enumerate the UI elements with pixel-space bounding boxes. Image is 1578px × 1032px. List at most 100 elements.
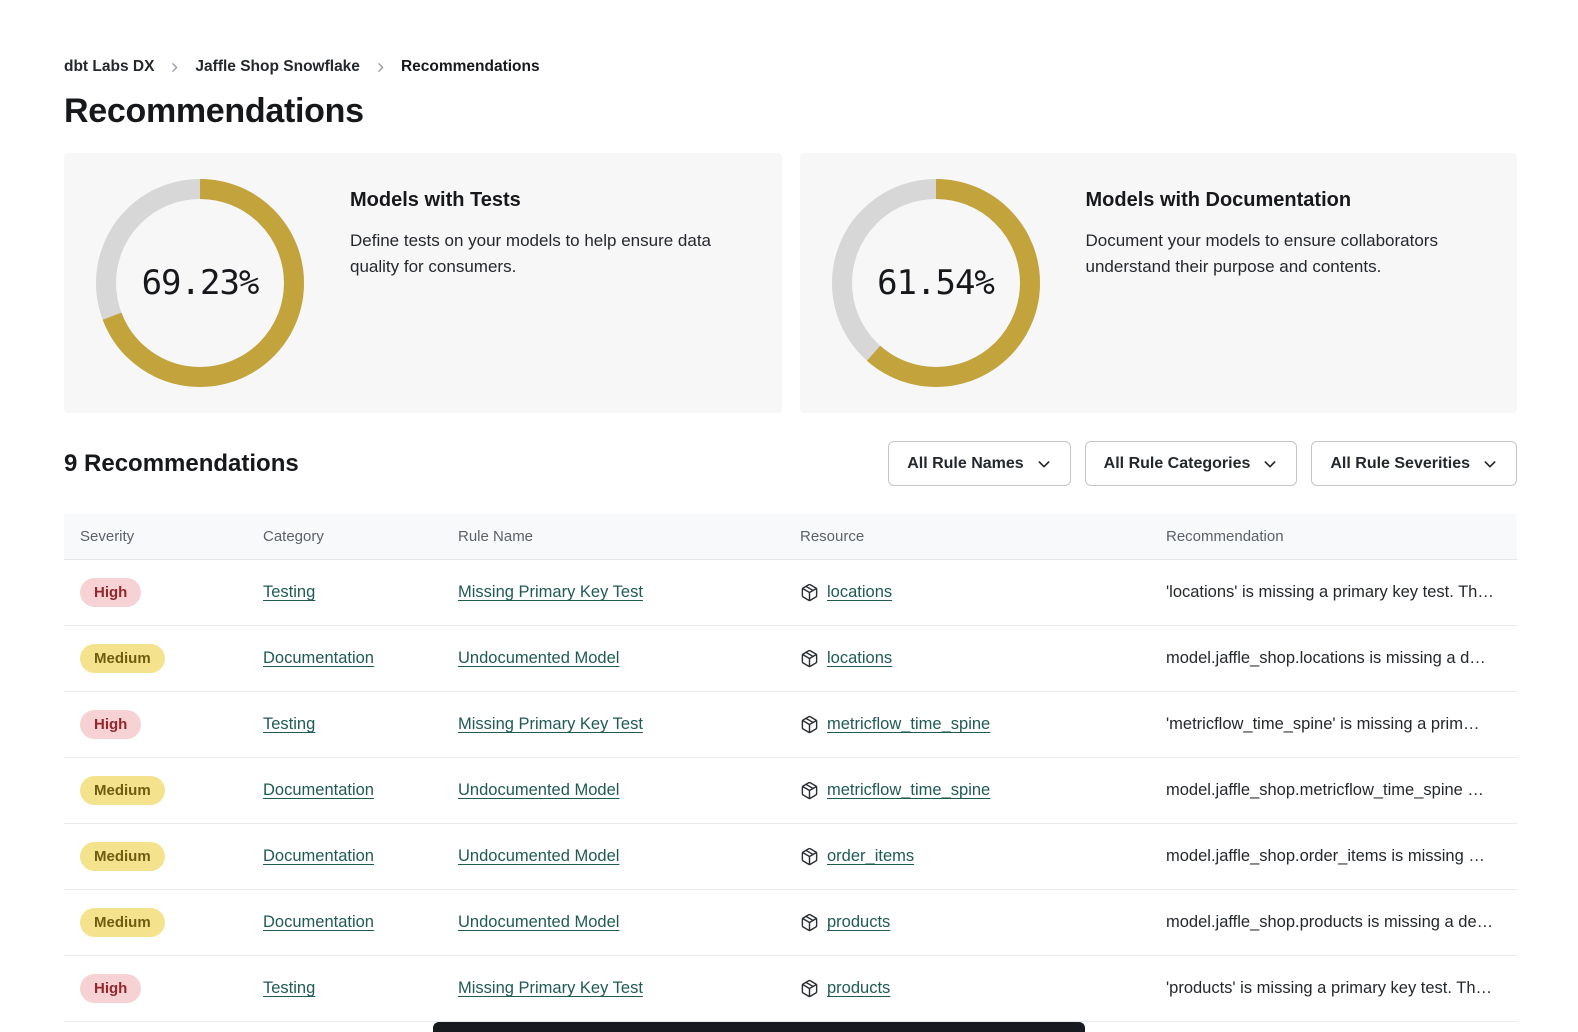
recommendation-cell: 'products' is missing a primary key test… xyxy=(1150,979,1517,998)
recommendations-table: Severity Category Rule Name Resource Rec… xyxy=(64,514,1517,1022)
recommendation-text: 'locations' is missing a primary key tes… xyxy=(1166,583,1494,601)
rule-name-cell: Missing Primary Key Test xyxy=(442,979,784,998)
rule-name-link[interactable]: Missing Primary Key Test xyxy=(458,583,643,601)
category-link[interactable]: Documentation xyxy=(263,847,374,865)
severity-badge: High xyxy=(80,710,141,739)
recommendation-text: model.jaffle_shop.order_items is missing… xyxy=(1166,847,1485,865)
resource-link[interactable]: metricflow_time_spine xyxy=(827,715,990,734)
filter-label: All Rule Names xyxy=(907,455,1023,473)
rule-name-link[interactable]: Missing Primary Key Test xyxy=(458,715,643,733)
rule-name-link[interactable]: Undocumented Model xyxy=(458,781,619,799)
resource-link[interactable]: products xyxy=(827,979,890,998)
chevron-down-icon xyxy=(1036,456,1052,472)
column-header-rule-name: Rule Name xyxy=(442,528,784,545)
documentation-coverage-donut: 61.54% xyxy=(828,175,1044,391)
bottom-cutoff-bar xyxy=(433,1022,1085,1032)
recommendation-cell: 'locations' is missing a primary key tes… xyxy=(1150,583,1517,602)
card-title-models-with-documentation: Models with Documentation xyxy=(1086,189,1471,212)
table-body: High Testing Missing Primary Key Test lo… xyxy=(64,560,1517,1022)
card-title-models-with-tests: Models with Tests xyxy=(350,189,754,212)
card-description: Document your models to ensure collabora… xyxy=(1086,228,1471,280)
table-row: Medium Documentation Undocumented Model … xyxy=(64,824,1517,890)
rule-name-cell: Missing Primary Key Test xyxy=(442,715,784,734)
models-with-tests-card: 69.23% Models with Tests Define tests on… xyxy=(64,153,782,413)
table-row: High Testing Missing Primary Key Test pr… xyxy=(64,956,1517,1022)
recommendation-text: 'products' is missing a primary key test… xyxy=(1166,979,1492,997)
resource-cell: order_items xyxy=(784,847,1150,866)
table-row: Medium Documentation Undocumented Model … xyxy=(64,890,1517,956)
recommendation-text: model.jaffle_shop.locations is missing a… xyxy=(1166,649,1486,667)
category-link[interactable]: Testing xyxy=(263,979,315,997)
resource-cell: products xyxy=(784,979,1150,998)
severity-cell: Medium xyxy=(64,842,247,871)
rule-names-filter-dropdown[interactable]: All Rule Names xyxy=(888,441,1070,486)
category-cell: Documentation xyxy=(247,913,442,932)
rule-name-link[interactable]: Undocumented Model xyxy=(458,913,619,931)
resource-cell: locations xyxy=(784,583,1150,602)
recommendation-text: model.jaffle_shop.products is missing a … xyxy=(1166,913,1493,931)
table-row: Medium Documentation Undocumented Model … xyxy=(64,626,1517,692)
category-link[interactable]: Testing xyxy=(263,715,315,733)
category-link[interactable]: Testing xyxy=(263,583,315,601)
tests-coverage-donut: 69.23% xyxy=(92,175,308,391)
severity-cell: High xyxy=(64,578,247,607)
rule-name-cell: Undocumented Model xyxy=(442,781,784,800)
table-row: High Testing Missing Primary Key Test lo… xyxy=(64,560,1517,626)
chevron-down-icon xyxy=(1482,456,1498,472)
recommendations-count-heading: 9 Recommendations xyxy=(64,450,299,478)
resource-cell: locations xyxy=(784,649,1150,668)
category-cell: Testing xyxy=(247,715,442,734)
page-title: Recommendations xyxy=(64,92,1517,131)
recommendation-cell: model.jaffle_shop.order_items is missing… xyxy=(1150,847,1517,866)
resource-link[interactable]: locations xyxy=(827,649,892,668)
breadcrumb-item-recommendations: Recommendations xyxy=(401,58,540,76)
package-icon xyxy=(800,715,819,734)
category-link[interactable]: Documentation xyxy=(263,781,374,799)
breadcrumb-item-dbt-labs-dx[interactable]: dbt Labs DX xyxy=(64,58,154,76)
rule-name-link[interactable]: Missing Primary Key Test xyxy=(458,979,643,997)
resource-link[interactable]: order_items xyxy=(827,847,914,866)
severity-cell: High xyxy=(64,710,247,739)
severity-cell: Medium xyxy=(64,776,247,805)
rule-name-cell: Undocumented Model xyxy=(442,649,784,668)
chevron-right-icon xyxy=(168,61,181,74)
severity-badge: Medium xyxy=(80,908,165,937)
column-header-recommendation: Recommendation xyxy=(1150,528,1517,545)
package-icon xyxy=(800,781,819,800)
category-link[interactable]: Documentation xyxy=(263,913,374,931)
category-cell: Documentation xyxy=(247,781,442,800)
rule-name-link[interactable]: Undocumented Model xyxy=(458,847,619,865)
table-row: High Testing Missing Primary Key Test me… xyxy=(64,692,1517,758)
summary-cards: 69.23% Models with Tests Define tests on… xyxy=(64,153,1517,413)
filter-label: All Rule Severities xyxy=(1330,455,1470,473)
recommendation-cell: 'metricflow_time_spine' is missing a pri… xyxy=(1150,715,1517,734)
filter-label: All Rule Categories xyxy=(1104,455,1251,473)
severity-cell: High xyxy=(64,974,247,1003)
rule-name-cell: Missing Primary Key Test xyxy=(442,583,784,602)
severity-badge: High xyxy=(80,578,141,607)
rule-categories-filter-dropdown[interactable]: All Rule Categories xyxy=(1085,441,1298,486)
resource-cell: metricflow_time_spine xyxy=(784,715,1150,734)
models-with-documentation-card: 61.54% Models with Documentation Documen… xyxy=(800,153,1518,413)
category-cell: Testing xyxy=(247,979,442,998)
package-icon xyxy=(800,979,819,998)
breadcrumb-item-jaffle-shop-snowflake[interactable]: Jaffle Shop Snowflake xyxy=(195,58,360,76)
resource-cell: metricflow_time_spine xyxy=(784,781,1150,800)
table-row: Medium Documentation Undocumented Model … xyxy=(64,758,1517,824)
recommendation-text: model.jaffle_shop.metricflow_time_spine … xyxy=(1166,781,1484,799)
column-header-category: Category xyxy=(247,528,442,545)
rule-severities-filter-dropdown[interactable]: All Rule Severities xyxy=(1311,441,1517,486)
severity-badge: Medium xyxy=(80,842,165,871)
column-header-severity: Severity xyxy=(64,528,247,545)
documentation-coverage-percent: 61.54% xyxy=(828,175,1044,391)
tests-coverage-percent: 69.23% xyxy=(92,175,308,391)
category-cell: Testing xyxy=(247,583,442,602)
resource-link[interactable]: locations xyxy=(827,583,892,602)
severity-badge: Medium xyxy=(80,776,165,805)
resource-link[interactable]: metricflow_time_spine xyxy=(827,781,990,800)
package-icon xyxy=(800,583,819,602)
chevron-down-icon xyxy=(1262,456,1278,472)
resource-link[interactable]: products xyxy=(827,913,890,932)
category-link[interactable]: Documentation xyxy=(263,649,374,667)
rule-name-link[interactable]: Undocumented Model xyxy=(458,649,619,667)
